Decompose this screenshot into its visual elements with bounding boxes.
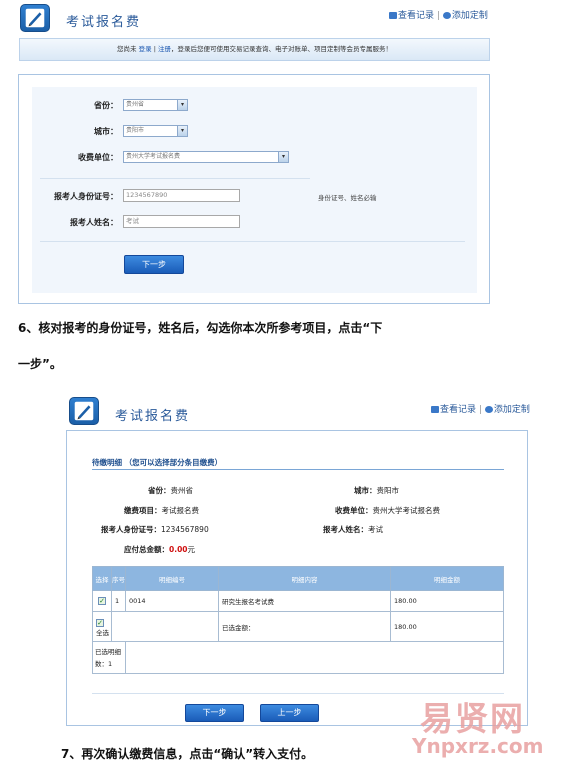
unit-value: 贵州大学考试报名费 (372, 506, 441, 515)
chevron-down-icon: ▾ (177, 100, 187, 110)
chevron-down-icon: ▾ (278, 152, 288, 162)
chevron-down-icon: ▾ (177, 126, 187, 136)
id-label: 报考人身份证号： (54, 192, 118, 201)
city-value: 贵阳市 (126, 127, 145, 134)
name-label: 报考人姓名： (70, 218, 118, 227)
col-content: 明细内容 (218, 566, 391, 591)
province-value: 贵州省 (170, 486, 194, 495)
table-header-row: 选择 序号 明细编号 明细内容 明细金额 (92, 566, 504, 591)
unit-value: 贵州大学考试报名费 (126, 153, 181, 160)
name-row: 报考人姓名：考试 (323, 524, 383, 535)
detail-table: 选择 序号 明细编号 明细内容 明细金额 ✓ 1 0014 研究生报名考试费 1… (92, 566, 504, 674)
selected-amount-label: 已选金额： (218, 611, 391, 642)
row-content: 研究生报名考试费 (218, 590, 391, 612)
watermark-logo: 易贤网 (420, 699, 525, 738)
province-value: 贵州省 (126, 101, 145, 108)
next-button[interactable]: 下一步 (124, 255, 184, 274)
page-title: 考试报名费 (66, 15, 142, 30)
login-link[interactable]: 登录 (139, 45, 152, 53)
view-records-link[interactable]: 查看记录 (398, 11, 434, 21)
login-notice-bar: 您尚未 登录 | 注册，登录后您便可使用交易记录查询、电子对账单、项目定制等会员… (19, 38, 490, 61)
city-label: 城市： (94, 127, 118, 136)
col-select: 选择 (92, 566, 112, 591)
view-records-link[interactable]: 查看记录 (440, 405, 476, 415)
select-all-cell: ✓ 全选 (92, 611, 112, 642)
id-label: 报考人身份证号： (101, 525, 161, 534)
unit-label: 收费单位： (78, 153, 118, 162)
province-label: 省份： (94, 101, 118, 110)
instruction-7: 7、再次确认缴费信息，点击“确认”转入支付。 (61, 747, 314, 761)
summary-row: ✓ 全选 已选金额： 180.00 (92, 611, 504, 642)
city-value: 贵阳市 (376, 486, 400, 495)
notice-prefix: 您尚未 (117, 45, 137, 53)
notice-suffix: ，登录后您便可使用交易记录查询、电子对账单、项目定制等会员专属服务！ (170, 45, 392, 53)
instruction-6-line1: 6、核对报考的身份证号，姓名后，勾选你本次所参考项目，点击“下 (18, 321, 383, 335)
add-icon (484, 406, 493, 413)
name-input[interactable]: 考试 (123, 215, 240, 228)
total-row: 应付总金额：0.00元 (124, 544, 195, 555)
col-code: 明细编号 (125, 566, 219, 591)
col-seq: 序号 (111, 566, 126, 591)
name-value: 考试 (368, 525, 383, 534)
page-title: 考试报名费 (115, 409, 191, 424)
item-value: 考试报名费 (161, 506, 200, 515)
add-custom-link[interactable]: 添加定制 (494, 405, 530, 415)
province-row: 省份：贵州省 (148, 485, 193, 496)
add-icon (442, 12, 451, 19)
row-code: 0014 (125, 590, 219, 612)
link-separator: | (436, 11, 440, 21)
total-unit: 元 (187, 545, 196, 554)
records-icon (431, 406, 439, 413)
watermark-url: Ynpxrz.com (412, 734, 544, 758)
app-pen-icon (69, 397, 99, 425)
name-label: 报考人姓名： (323, 525, 368, 534)
row-checkbox[interactable]: ✓ (98, 597, 106, 605)
select-all-label: 全选 (96, 628, 109, 637)
total-label: 应付总金额： (124, 545, 169, 554)
instruction-6-line2: 一步”。 (18, 357, 62, 371)
form-panel-inner (32, 87, 477, 293)
prev-button[interactable]: 上一步 (260, 704, 319, 722)
app-pen-icon (20, 4, 50, 32)
unit-select[interactable]: 贵州大学考试报名费 ▾ (123, 151, 289, 163)
notice-separator: | (153, 45, 156, 53)
id-value: 1234567890 (161, 525, 209, 534)
id-input[interactable]: 1234567890 (123, 189, 240, 202)
register-link[interactable]: 注册 (158, 45, 171, 53)
divider (40, 178, 310, 179)
summary-spacer (111, 611, 219, 642)
total-value: 0.00 (169, 545, 188, 554)
id-hint: 身份证号、姓名必输 (318, 194, 377, 202)
next-button[interactable]: 下一步 (185, 704, 244, 722)
top-links: 查看记录 | 添加定制 (431, 402, 530, 415)
top-links: 查看记录 | 添加定制 (389, 8, 488, 21)
id-row: 报考人身份证号：1234567890 (101, 524, 209, 535)
select-all-checkbox[interactable]: ✓ (96, 618, 104, 627)
province-select[interactable]: 贵州省 ▾ (123, 99, 188, 111)
selected-amount-value: 180.00 (390, 611, 504, 642)
item-label: 缴费项目： (124, 506, 162, 515)
province-label: 省份： (148, 486, 171, 495)
table-row: ✓ 1 0014 研究生报名考试费 180.00 (92, 590, 504, 612)
selected-count: 已选明细数：1 (92, 641, 126, 674)
add-custom-link[interactable]: 添加定制 (452, 11, 488, 21)
divider (40, 241, 465, 242)
city-row: 城市：贵阳市 (354, 485, 399, 496)
row-select-cell: ✓ (92, 590, 112, 612)
section-divider (92, 469, 504, 470)
records-icon (389, 12, 397, 19)
city-select[interactable]: 贵阳市 ▾ (123, 125, 188, 137)
unit-label: 收费单位： (335, 506, 373, 515)
row-seq: 1 (111, 590, 126, 612)
unit-row: 收费单位：贵州大学考试报名费 (335, 505, 440, 516)
count-spacer (125, 641, 504, 674)
item-row: 缴费项目：考试报名费 (124, 505, 199, 516)
link-separator: | (478, 405, 482, 415)
count-row: 已选明细数：1 (92, 641, 504, 674)
row-amount: 180.00 (390, 590, 504, 612)
section-title: 待缴明细 （您可以选择部分条目缴费） (92, 458, 223, 467)
col-amount: 明细金额 (390, 566, 504, 591)
city-label: 城市： (354, 486, 377, 495)
